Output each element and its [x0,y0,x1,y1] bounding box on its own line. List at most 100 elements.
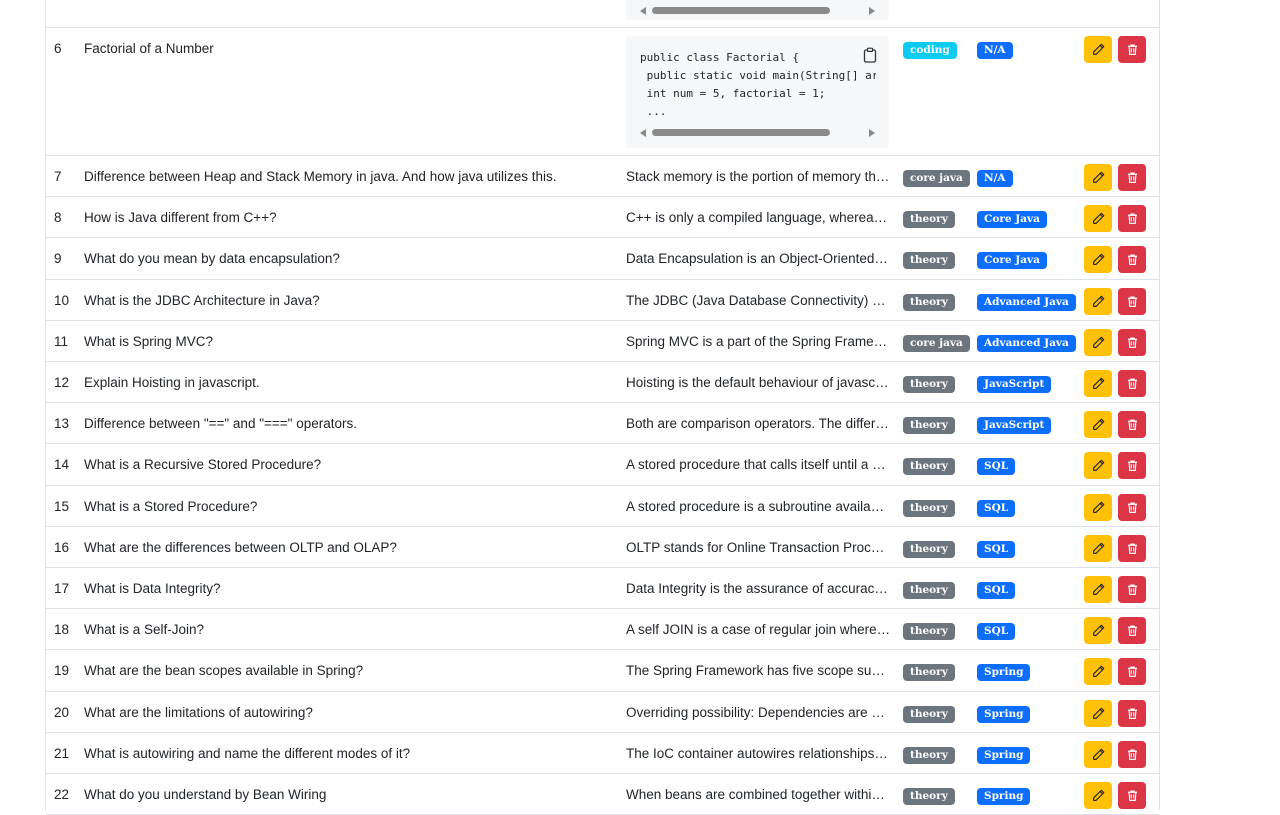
category-badge: JavaScript [977,417,1052,435]
table-row: 18 What is a Self-Join? A self JOIN is a c… [46,609,1159,651]
trash-icon [1127,625,1137,637]
delete-button[interactable] [1118,246,1146,274]
type-badge: theory [903,582,955,599]
delete-button[interactable] [1118,576,1146,603]
delete-button[interactable] [1118,328,1146,356]
type-badge: core java [903,170,970,187]
pencil-icon [1092,460,1104,472]
answer-preview: Both are comparison operators. The diffe… [626,416,891,432]
delete-button[interactable] [1118,452,1146,480]
delete-button[interactable] [1118,164,1146,191]
clipboard-icon[interactable] [863,47,877,63]
edit-button[interactable] [1084,782,1112,809]
category-badge: SQL [977,499,1016,517]
scroll-left-icon[interactable] [640,7,646,15]
answer-preview: The JDBC (Java Database Connectivity) ar… [626,292,891,308]
edit-button[interactable] [1084,617,1112,645]
edit-button[interactable] [1084,287,1112,315]
table-row: 17 What is Data Integrity? Data Integrity … [46,568,1159,610]
table-row: 7 Difference between Heap and Stack Memor… [46,156,1159,198]
scroll-right-icon[interactable] [869,129,875,137]
answer-preview: OLTP stands for Online Transaction Proce… [626,539,891,555]
table-row: 21 What is autowiring and name the differ… [46,733,1159,774]
question-text: What is a Self-Join? [84,622,205,638]
scroll-right-icon[interactable] [869,7,875,15]
questions-table: 6 Factorial of a Number public class Fac… [45,0,1160,815]
delete-button[interactable] [1118,534,1146,562]
edit-button[interactable] [1084,36,1112,63]
edit-button[interactable] [1084,576,1112,603]
pencil-icon [1092,748,1104,760]
answer-preview: A self JOIN is a case of regular join wh… [626,622,891,638]
pencil-icon [1092,542,1104,554]
edit-button[interactable] [1084,658,1112,686]
delete-button[interactable] [1118,287,1146,315]
code-line: public class Factorial { [640,51,799,64]
edit-button[interactable] [1084,205,1112,233]
code-snippet: public class Factorial { public static v… [640,49,876,121]
type-badge: theory [903,499,955,517]
pencil-icon [1092,624,1104,637]
type-badge: core java [903,334,970,352]
type-badge: theory [903,664,955,682]
delete-button[interactable] [1118,411,1146,439]
delete-button[interactable] [1118,699,1146,727]
pencil-icon [1092,418,1104,431]
category-badge: Core Java [977,252,1047,270]
code-line: int num = 5, factorial = 1; [640,87,826,100]
delete-button[interactable] [1118,493,1146,521]
code-scrollbar[interactable] [640,6,875,16]
type-badge: theory [903,540,955,558]
row-number: 9 [54,251,62,267]
category-badge: Spring [977,705,1031,723]
pencil-icon [1092,666,1104,678]
edit-button[interactable] [1084,493,1112,521]
table-row: 14 What is a Recursive Stored Procedure? A… [46,444,1159,486]
table-row: 19 What are the bean scopes available in … [46,650,1159,692]
trash-icon [1127,254,1137,266]
edit-button[interactable] [1084,164,1112,191]
category-badge: SQL [977,458,1016,476]
edit-button[interactable] [1084,699,1112,727]
delete-button[interactable] [1118,782,1146,809]
table-row: 10 What is the JDBC Architecture in Java?… [46,280,1159,321]
code-scrollbar[interactable] [640,128,875,138]
delete-button[interactable] [1118,36,1146,63]
type-badge: theory [903,705,955,723]
type-badge: theory [903,788,955,805]
delete-button[interactable] [1118,658,1146,686]
question-text: What do you mean by data encapsulation? [84,251,340,267]
pencil-icon [1092,707,1104,719]
row-number: 7 [54,169,62,184]
scroll-thumb[interactable] [652,7,830,14]
edit-button[interactable] [1084,452,1112,480]
edit-button[interactable] [1084,370,1112,397]
scroll-left-icon[interactable] [640,129,646,137]
trash-icon [1127,419,1137,431]
pencil-icon [1092,583,1104,595]
edit-button[interactable] [1084,246,1112,274]
delete-button[interactable] [1118,740,1146,768]
row-number: 13 [54,416,70,432]
question-text: Difference between "==" and "===" operat… [84,416,357,432]
row-number: 22 [54,787,70,802]
category-badge: SQL [977,540,1016,558]
edit-button[interactable] [1084,740,1112,768]
delete-button[interactable] [1118,617,1146,645]
edit-button[interactable] [1084,411,1112,439]
delete-button[interactable] [1118,205,1146,233]
trash-icon [1127,460,1137,472]
trash-icon [1127,708,1137,719]
category-badge: JavaScript [977,376,1052,393]
answer-preview: Stack memory is the portion of memory th… [626,169,891,184]
trash-icon [1127,502,1137,513]
question-text: What is Spring MVC? [84,333,214,349]
row-number: 18 [54,622,70,638]
scroll-thumb[interactable] [652,129,830,136]
table-row: 15 What is a Stored Procedure? A stored pr… [46,486,1159,527]
edit-button[interactable] [1084,328,1112,356]
delete-button[interactable] [1118,370,1146,397]
answer-preview: Data Integrity is the assurance of accur… [626,581,891,596]
category-badge: SQL [977,582,1016,599]
edit-button[interactable] [1084,534,1112,562]
